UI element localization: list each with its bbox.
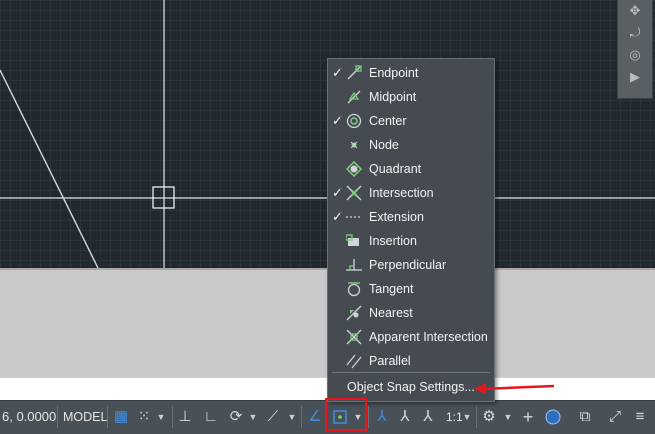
- menu-item-nearest[interactable]: Nearest: [328, 301, 494, 325]
- clean-screen-icon[interactable]: ⤢: [606, 405, 624, 429]
- menu-item-tangent[interactable]: Tangent: [328, 277, 494, 301]
- menu-item-extension[interactable]: ✓ Extension: [328, 205, 494, 229]
- scale-dropdown-icon[interactable]: ▼: [462, 405, 472, 429]
- menu-item-perpendicular[interactable]: Perpendicular: [328, 253, 494, 277]
- object-snap-settings-label: Object Snap Settings...: [347, 380, 475, 394]
- polar-tracking-icon[interactable]: ⟳: [227, 405, 245, 429]
- showmotion-icon[interactable]: ▶: [623, 68, 647, 86]
- snap-dropdown-icon[interactable]: ▼: [156, 405, 166, 429]
- auto-scale-icon[interactable]: ⅄: [396, 405, 414, 429]
- menu-item-midpoint[interactable]: Midpoint: [328, 85, 494, 109]
- quadrant-icon: [346, 161, 362, 177]
- annotation-scale-value[interactable]: 1:1: [446, 404, 463, 430]
- nearest-icon: [346, 305, 362, 321]
- menu-item-parallel[interactable]: Parallel: [328, 349, 494, 373]
- pan-icon[interactable]: ✥: [623, 2, 647, 20]
- menu-item-quadrant[interactable]: Quadrant: [328, 157, 494, 181]
- intersection-icon: [346, 185, 362, 201]
- menu-item-label: Nearest: [369, 306, 413, 320]
- center-icon: [346, 113, 362, 129]
- menu-item-label: Perpendicular: [369, 258, 447, 272]
- polar-dropdown-icon[interactable]: ▼: [248, 405, 258, 429]
- extension-icon: [346, 216, 362, 218]
- navigation-bar[interactable]: ✥ ⤾ ◎ ▶: [617, 0, 653, 99]
- menu-item-endpoint[interactable]: ✓ Endpoint: [328, 61, 494, 85]
- checkmark-icon: ✓: [332, 209, 343, 224]
- menu-separator: [332, 372, 490, 373]
- midpoint-icon: [347, 90, 361, 104]
- workspace-gear-icon[interactable]: ⚙: [480, 405, 498, 429]
- infer-constraints-icon[interactable]: ⊥: [176, 405, 194, 429]
- ortho-icon[interactable]: ∟: [202, 405, 220, 429]
- menu-item-label: Node: [369, 138, 399, 152]
- grid-icon[interactable]: ▦: [112, 405, 130, 429]
- coordinates-readout[interactable]: 6, 0.0000: [2, 404, 56, 430]
- annotation-visibility-icon[interactable]: ⅄: [373, 405, 391, 429]
- checkmark-icon: ✓: [332, 113, 343, 128]
- endpoint-icon: [347, 65, 362, 80]
- isodraft-icon[interactable]: ⟋: [264, 405, 282, 429]
- perpendicular-icon: [346, 259, 362, 271]
- menu-item-label: Midpoint: [369, 90, 417, 104]
- node-icon: [350, 141, 358, 149]
- annotation-monitor-icon[interactable]: +: [519, 405, 537, 429]
- menu-item-label: Parallel: [369, 354, 411, 368]
- isolate-objects-icon[interactable]: ⧉: [576, 405, 594, 429]
- workspace-dropdown-icon[interactable]: ▼: [503, 405, 513, 429]
- annotation-scale-icon[interactable]: ⅄: [419, 405, 437, 429]
- insertion-icon: [346, 234, 359, 246]
- menu-item-label: Center: [369, 114, 407, 128]
- snap-mode-icon[interactable]: ⁙: [135, 405, 153, 429]
- checkmark-icon: ✓: [332, 185, 343, 200]
- checkmark-icon: ✓: [332, 65, 343, 80]
- steering-wheel-icon[interactable]: ◎: [623, 46, 647, 64]
- object-snap-menu: ✓ Endpoint Midpoint ✓ Center Node Quadrant ✓ Int…: [327, 58, 495, 402]
- menu-item-intersection[interactable]: ✓ Intersection: [328, 181, 494, 205]
- units-icon[interactable]: [544, 405, 562, 429]
- annotation-arrow: [474, 383, 555, 394]
- menu-item-label: Tangent: [369, 282, 414, 296]
- object-snap-settings-item[interactable]: Object Snap Settings...: [328, 376, 494, 398]
- menu-item-insertion[interactable]: Insertion: [328, 229, 494, 253]
- annotation-highlight-box: [325, 398, 367, 431]
- menu-item-label: Quadrant: [369, 162, 422, 176]
- tangent-icon: [347, 282, 361, 297]
- menu-item-apparent-intersection[interactable]: Apparent Intersection: [328, 325, 494, 349]
- menu-item-node[interactable]: Node: [328, 133, 494, 157]
- drawn-line: [0, 69, 99, 268]
- menu-item-center[interactable]: ✓ Center: [328, 109, 494, 133]
- menu-item-label: Endpoint: [369, 66, 419, 80]
- menu-item-label: Apparent Intersection: [369, 330, 488, 344]
- apparent-intersection-icon: [346, 329, 362, 345]
- menu-item-label: Extension: [369, 210, 424, 224]
- orbit-icon[interactable]: ⤾: [623, 24, 647, 42]
- isodraft-dropdown-icon[interactable]: ▼: [287, 405, 297, 429]
- menu-item-label: Insertion: [369, 234, 417, 248]
- object-snap-tracking-icon[interactable]: ∠: [306, 405, 324, 429]
- parallel-icon: [346, 354, 362, 369]
- model-space-button[interactable]: MODEL: [63, 404, 107, 430]
- customization-menu-icon[interactable]: ≡: [631, 405, 649, 429]
- menu-item-label: Intersection: [369, 186, 434, 200]
